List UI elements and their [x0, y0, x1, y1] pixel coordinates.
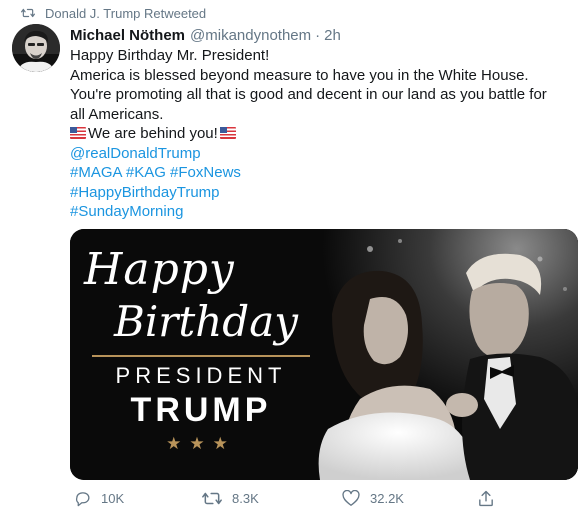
media-stars: ★★★	[166, 434, 236, 453]
heart-icon	[342, 489, 360, 506]
share-button[interactable]	[478, 488, 504, 508]
header-separator: ·	[315, 26, 321, 44]
tweet-line: Happy Birthday Mr. President!	[70, 47, 270, 64]
flag-line-text: We are behind you!	[88, 125, 218, 142]
share-icon	[479, 490, 493, 506]
tweet-actions: 10K 8.3K 32.2K	[70, 488, 500, 508]
tweet-line: all Americans.	[70, 105, 164, 123]
reply-icon	[75, 491, 90, 506]
retweet-count: 8.3K	[232, 490, 259, 506]
media-trump-text: TRUMP	[130, 391, 272, 429]
reply-count: 10K	[101, 490, 125, 506]
media-happy-text: Happy	[84, 244, 235, 295]
mention-link[interactable]: @realDonaldTrump	[70, 144, 570, 164]
retweet-context[interactable]: Donald J. Trump Retweeted	[21, 4, 206, 22]
us-flag-icon	[219, 127, 236, 139]
author-name[interactable]: Michael Nöthem	[70, 27, 185, 44]
flag-line: We are behind you!	[70, 124, 570, 144]
like-button[interactable]: 32.2K	[342, 488, 404, 508]
tweet-timestamp[interactable]: 2h	[324, 27, 341, 44]
retweet-icon	[21, 8, 35, 18]
author-handle[interactable]: @mikandynothem	[190, 27, 311, 44]
retweet-context-label: Donald J. Trump Retweeted	[45, 5, 207, 21]
tweet-header: Michael Nöthem @mikandynothem · 2h	[70, 24, 341, 46]
tweet-line: America is blessed beyond measure to hav…	[70, 66, 529, 84]
tweet-line: You're promoting all that is good and de…	[70, 86, 547, 103]
tweet-text: Happy Birthday Mr. President! America is…	[70, 46, 570, 222]
reply-button[interactable]: 10K	[74, 488, 124, 508]
tweet-media-image[interactable]: Happy Birthday PRESIDENT TRUMP ★★★	[70, 229, 578, 480]
avatar[interactable]	[12, 24, 60, 72]
like-count: 32.2K	[370, 490, 404, 506]
retweet-icon	[202, 492, 222, 504]
hashtag-link[interactable]: #MAGA #KAG #FoxNews	[70, 163, 570, 183]
hashtag-link[interactable]: #SundayMorning	[70, 202, 570, 222]
media-birthday-text: Birthday	[114, 297, 298, 346]
media-divider	[92, 355, 310, 357]
hashtag-link[interactable]: #HappyBirthdayTrump	[70, 183, 570, 203]
media-president-text: PRESIDENT	[115, 363, 287, 388]
us-flag-icon	[70, 127, 86, 139]
retweet-button[interactable]: 8.3K	[202, 488, 259, 508]
